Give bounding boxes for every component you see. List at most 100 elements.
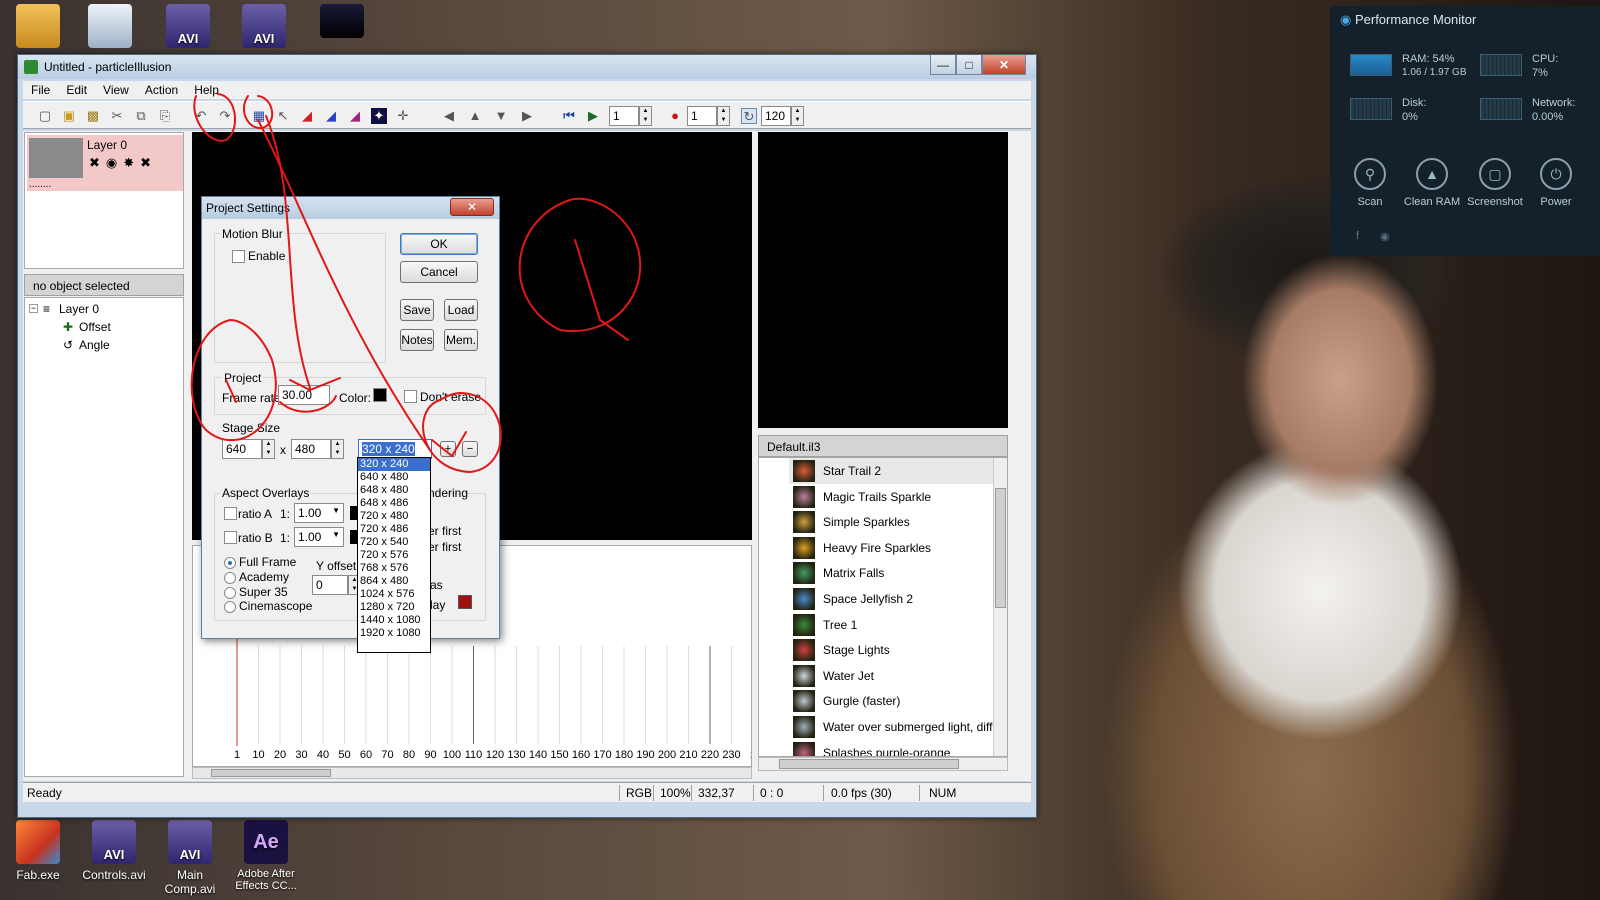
library-scrollbar[interactable]	[993, 458, 1007, 756]
effect-list-item[interactable]: Star Trail 2	[789, 458, 1007, 484]
add-preset-button[interactable]: +	[440, 441, 456, 457]
tree-expand-icon[interactable]: −	[29, 304, 38, 313]
stage-width-input[interactable]: 640	[222, 439, 262, 459]
new-icon[interactable]: ▢	[37, 108, 53, 124]
title-bar[interactable]: Untitled - particleIllusion	[18, 55, 1036, 79]
menu-view[interactable]: View	[95, 83, 137, 97]
preset-option[interactable]: 1920 x 1080	[358, 627, 430, 640]
desktop-fab-exe-icon[interactable]: Fab.exe	[0, 820, 76, 882]
dont-erase-checkbox[interactable]	[404, 390, 417, 403]
scan-button[interactable]: ⚲ Scan	[1340, 158, 1400, 208]
save-icon[interactable]: ▩	[85, 108, 101, 124]
notes-button[interactable]: Notes	[400, 329, 434, 351]
preset-option[interactable]: 1024 x 576	[358, 588, 430, 601]
library-hscroll-thumb[interactable]	[779, 759, 959, 769]
academy-radio[interactable]	[224, 572, 236, 584]
nav-down-icon[interactable]: ▼	[493, 108, 509, 124]
ratio-b-checkbox[interactable]	[224, 531, 237, 544]
stage-preset-dropdown[interactable]: 320 x 240 640 x 480 648 x 480 648 x 486 720 …	[357, 457, 431, 653]
height-spinner[interactable]: ▲ ▼	[331, 439, 344, 459]
copy-icon[interactable]: ⧉	[133, 108, 149, 124]
frame2-spinner[interactable]: ▲ ▼	[717, 106, 730, 126]
frame-rate-input[interactable]: 30.00	[278, 385, 330, 405]
ratio-a-select[interactable]: 1.00 ▼	[294, 503, 344, 523]
preset-option[interactable]: 720 x 540	[358, 536, 430, 549]
desktop-avi-icon[interactable]: AVI	[150, 4, 226, 52]
desktop-avi-icon[interactable]: AVI	[226, 4, 302, 52]
desktop-folder-icon[interactable]	[0, 4, 76, 52]
play-icon[interactable]: ▶	[585, 108, 601, 124]
tree-offset-item[interactable]: Offset	[79, 320, 111, 334]
frame-input[interactable]: 1 ▲ ▼	[609, 106, 652, 126]
stage-icon[interactable]: ✦	[371, 108, 387, 124]
effect-list-item[interactable]: Splashes purple-orange	[789, 740, 1007, 756]
menu-help[interactable]: Help	[186, 83, 227, 97]
layer-row[interactable]: Layer 0 ✖◉✸✖ ........	[27, 135, 183, 191]
nav-up-icon[interactable]: ▲	[467, 108, 483, 124]
rewind-icon[interactable]: ⏮	[561, 108, 577, 124]
effect-list-item[interactable]: Matrix Falls	[789, 560, 1007, 586]
remove-preset-button[interactable]: −	[462, 441, 478, 457]
effect-list-item[interactable]: Gurgle (faster)	[789, 688, 1007, 714]
end-frame-spinner[interactable]: ▲ ▼	[791, 106, 804, 126]
stage-preset-select[interactable]: 320 x 240	[358, 439, 432, 459]
preset-option[interactable]: 1280 x 720	[358, 601, 430, 614]
desktop-video-icon[interactable]	[304, 4, 380, 42]
minimize-button[interactable]: —	[930, 55, 956, 75]
preset-option[interactable]: 1440 x 1080	[358, 614, 430, 627]
effect-list-item[interactable]: Tree 1	[789, 612, 1007, 638]
help-icon[interactable]: ◉	[1380, 230, 1390, 243]
preset-option[interactable]: 720 x 486	[358, 523, 430, 536]
forces-icon[interactable]: ✛	[395, 108, 411, 124]
frame-spinner[interactable]: ▲ ▼	[639, 106, 652, 126]
preset-option[interactable]: 864 x 480	[358, 575, 430, 588]
redo-icon[interactable]: ↷	[217, 108, 233, 124]
layer-tool-icons[interactable]: ✖◉✸✖	[89, 155, 157, 171]
frame2-input[interactable]: 1 ▲ ▼	[687, 106, 730, 126]
mem-button[interactable]: Mem.	[444, 329, 478, 351]
pointer-icon[interactable]: ↖	[275, 108, 291, 124]
effect-list-item[interactable]: Simple Sparkles	[789, 509, 1007, 535]
y-offset-input[interactable]: 0	[312, 575, 348, 595]
motion-blur-checkbox[interactable]	[232, 250, 245, 263]
screenshot-button[interactable]: ▢ Screenshot	[1465, 158, 1525, 208]
preset-option[interactable]: 768 x 576	[358, 562, 430, 575]
preset-option[interactable]: 648 x 480	[358, 484, 430, 497]
timeline-scroll-thumb[interactable]	[211, 769, 331, 777]
menu-file[interactable]: File	[23, 83, 58, 97]
close-button[interactable]: ✕	[982, 55, 1026, 75]
effect-list-item[interactable]: Water Jet	[789, 663, 1007, 689]
ratio-a-checkbox[interactable]	[224, 507, 237, 520]
preset-option[interactable]: 640 x 480	[358, 471, 430, 484]
dialog-close-button[interactable]: ✕	[450, 198, 494, 216]
ratio-b-select[interactable]: 1.00 ▼	[294, 527, 344, 547]
library-hscrollbar[interactable]	[758, 757, 1008, 771]
record-icon[interactable]: ●	[667, 108, 683, 124]
effect-list-item[interactable]: Water over submerged light, diffu	[789, 714, 1007, 740]
full-frame-radio[interactable]	[224, 557, 236, 569]
stage-height-input[interactable]: 480	[291, 439, 331, 459]
cancel-button[interactable]: Cancel	[400, 261, 478, 283]
super35-radio[interactable]	[224, 587, 236, 599]
cut-icon[interactable]: ✂	[109, 108, 125, 124]
menu-edit[interactable]: Edit	[58, 83, 95, 97]
project-settings-icon[interactable]: ▦	[251, 108, 267, 124]
clean-ram-button[interactable]: ▲ Clean RAM	[1402, 158, 1462, 208]
desktop-after-effects-icon[interactable]: Ae Adobe After Effects CC...	[228, 820, 304, 892]
effect-list-item[interactable]: Magic Trails Sparkle	[789, 484, 1007, 510]
nav-right-icon[interactable]: ▶	[519, 108, 535, 124]
undo-icon[interactable]: ↶	[193, 108, 209, 124]
open-icon[interactable]: ▣	[61, 108, 77, 124]
desktop-main-comp-avi-icon[interactable]: AVI Main Comp.avi	[152, 820, 228, 896]
preset-option[interactable]: 320 x 240	[358, 458, 430, 471]
preset-option[interactable]: 720 x 480	[358, 510, 430, 523]
paste-icon[interactable]: ⎘	[157, 108, 173, 124]
desktop-controls-avi-icon[interactable]: AVI Controls.avi	[76, 820, 152, 882]
library-scroll-thumb[interactable]	[995, 488, 1006, 608]
cinemascope-radio[interactable]	[224, 601, 236, 613]
background-color-swatch[interactable]	[373, 388, 387, 402]
nav-left-icon[interactable]: ◀	[441, 108, 457, 124]
tree-angle-item[interactable]: Angle	[79, 338, 110, 352]
desktop-settings-icon[interactable]	[72, 4, 148, 52]
preset-option[interactable]: 720 x 576	[358, 549, 430, 562]
